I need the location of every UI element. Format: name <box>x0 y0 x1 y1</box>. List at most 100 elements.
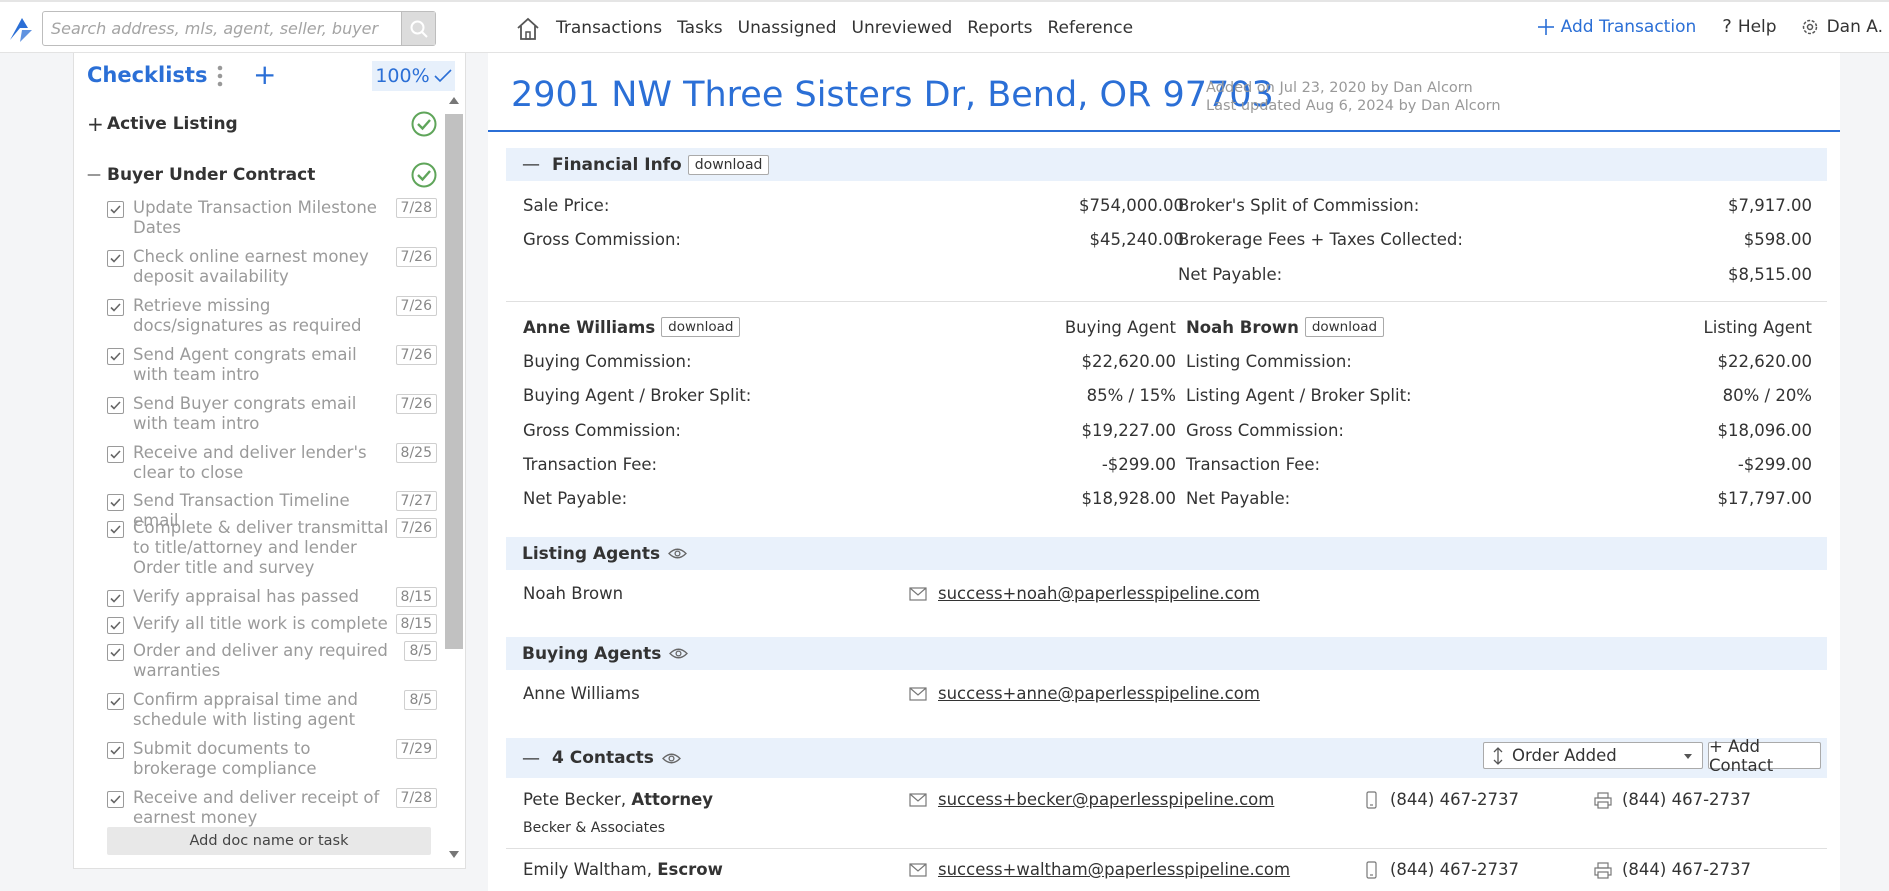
eye-icon[interactable] <box>669 647 689 660</box>
checkmark-icon <box>110 303 121 312</box>
checklist-task[interactable]: Verify appraisal has passed 8/15 <box>107 587 437 607</box>
task-due-date[interactable]: 8/25 <box>395 443 437 463</box>
contact-phone[interactable]: (844) 467-2737 <box>1390 860 1519 879</box>
eye-icon[interactable] <box>662 752 681 765</box>
question-icon: ? <box>1722 16 1732 37</box>
task-checkbox[interactable] <box>107 521 124 538</box>
collapse-icon[interactable]: — <box>522 748 540 769</box>
more-options-icon[interactable] <box>217 65 223 87</box>
checklist-task[interactable]: Retrieve missing docs/signatures as requ… <box>107 296 437 336</box>
scroll-down-arrow[interactable] <box>449 851 459 858</box>
checklist-task[interactable]: Verify all title work is complete 8/15 <box>107 614 437 634</box>
checklist-task[interactable]: Update Transaction Milestone Dates 7/28 <box>107 198 437 238</box>
contact-email[interactable]: success+waltham@paperlesspipeline.com <box>938 860 1290 879</box>
checklist-task[interactable]: Send Buyer congrats email with team intr… <box>107 394 437 434</box>
task-due-date[interactable]: 7/26 <box>395 394 437 414</box>
listing-agent-download-button[interactable]: download <box>1304 317 1385 337</box>
checklist-task[interactable]: Send Agent congrats email with team intr… <box>107 345 437 385</box>
task-due-date[interactable]: 8/5 <box>404 641 437 661</box>
add-contact-button[interactable]: + Add Contact <box>1708 737 1821 775</box>
task-due-date[interactable]: 7/26 <box>395 345 437 365</box>
task-due-date[interactable]: 7/26 <box>395 296 437 316</box>
nav-unreviewed[interactable]: Unreviewed <box>852 18 953 38</box>
checklist-task[interactable]: Complete & deliver transmittal to title/… <box>107 518 437 578</box>
scroll-thumb[interactable] <box>445 114 463 649</box>
collapse-icon[interactable]: — <box>522 154 540 175</box>
nav-reference[interactable]: Reference <box>1047 18 1133 38</box>
task-due-date[interactable]: 7/26 <box>395 247 437 267</box>
home-icon[interactable] <box>515 16 541 42</box>
group-label: Active Listing <box>107 114 238 134</box>
topbar-actions: Add Transaction ? Help Dan A. <box>1537 16 1883 37</box>
task-checkbox[interactable] <box>107 397 124 414</box>
checkmark-icon <box>110 450 121 459</box>
task-checkbox[interactable] <box>107 348 124 365</box>
order-select[interactable]: Order Added <box>1483 742 1703 769</box>
task-checkbox[interactable] <box>107 201 124 218</box>
buying-agent-contact-name[interactable]: Anne Williams <box>523 684 640 703</box>
task-due-date[interactable]: 8/5 <box>404 690 437 710</box>
task-due-date[interactable]: 7/29 <box>395 739 437 759</box>
nav-transactions[interactable]: Transactions <box>556 18 662 38</box>
task-checkbox[interactable] <box>107 446 124 463</box>
task-due-date[interactable]: 8/15 <box>395 587 437 607</box>
checklist-task[interactable]: Submit documents to brokerage compliance… <box>107 739 437 779</box>
checklist-task[interactable]: Check online earnest money deposit avail… <box>107 247 437 287</box>
contact-fax[interactable]: (844) 467-2737 <box>1622 790 1751 809</box>
task-checkbox[interactable] <box>107 494 124 511</box>
buying-row-value: -$299.00 <box>1101 455 1176 474</box>
checklist-group-active-listing[interactable]: + Active Listing <box>87 109 437 139</box>
task-due-date[interactable]: 7/27 <box>395 491 437 511</box>
search-button[interactable] <box>401 12 435 45</box>
contact-name[interactable]: Emily Waltham, Escrow <box>523 860 723 879</box>
checklist-scrollbar[interactable] <box>443 93 465 865</box>
search-input[interactable] <box>43 12 401 45</box>
add-checklist-button[interactable]: + <box>253 61 276 89</box>
buying-row-label: Gross Commission: <box>523 421 681 440</box>
listing-agent-email[interactable]: success+noah@paperlesspipeline.com <box>938 584 1260 603</box>
task-checkbox[interactable] <box>107 644 124 661</box>
listing-row-value: 80% / 20% <box>1722 386 1812 405</box>
nav-unassigned[interactable]: Unassigned <box>738 18 837 38</box>
fax-icon <box>1594 862 1612 879</box>
user-menu[interactable]: Dan A. <box>1801 17 1883 37</box>
checklist-task[interactable]: Confirm appraisal time and schedule with… <box>107 690 437 730</box>
task-checkbox[interactable] <box>107 590 124 607</box>
checklist-task[interactable]: Order and deliver any required warrantie… <box>107 641 437 681</box>
checklist-task[interactable]: Receive and deliver lender's clear to cl… <box>107 443 437 483</box>
task-checkbox[interactable] <box>107 617 124 634</box>
add-doc-button[interactable]: Add doc name or task <box>107 827 431 855</box>
task-checkbox[interactable] <box>107 299 124 316</box>
eye-icon[interactable] <box>668 547 688 560</box>
listing-row-label: Listing Agent / Broker Split: <box>1186 386 1412 405</box>
app-logo-icon[interactable] <box>6 14 36 44</box>
add-transaction-button[interactable]: Add Transaction <box>1537 17 1696 37</box>
help-button[interactable]: ? Help <box>1722 16 1776 37</box>
buying-agent-download-button[interactable]: download <box>661 317 741 337</box>
scroll-up-arrow[interactable] <box>449 97 459 104</box>
task-label: Update Transaction Milestone Dates <box>133 198 377 237</box>
buying-agent-email[interactable]: success+anne@paperlesspipeline.com <box>938 684 1260 703</box>
contact-role: Attorney <box>631 790 714 809</box>
task-label: Send Agent congrats email with team intr… <box>133 345 357 384</box>
checklist-task[interactable]: Receive and deliver receipt of earnest m… <box>107 788 437 828</box>
task-checkbox[interactable] <box>107 742 124 759</box>
contact-name[interactable]: Pete Becker, Attorney <box>523 790 713 809</box>
checklist-group-buyer-under-contract[interactable]: — Buyer Under Contract <box>87 160 437 190</box>
task-due-date[interactable]: 7/28 <box>395 198 437 218</box>
nav-reports[interactable]: Reports <box>967 18 1032 38</box>
contact-phone[interactable]: (844) 467-2737 <box>1390 790 1519 809</box>
task-checkbox[interactable] <box>107 791 124 808</box>
buying-row-label: Transaction Fee: <box>523 455 658 474</box>
task-due-date[interactable]: 7/28 <box>395 788 437 808</box>
buying-row-value: $18,928.00 <box>1081 489 1176 508</box>
task-checkbox[interactable] <box>107 693 124 710</box>
contact-email[interactable]: success+becker@paperlesspipeline.com <box>938 790 1274 809</box>
listing-agent-contact-name[interactable]: Noah Brown <box>523 584 623 603</box>
contact-fax[interactable]: (844) 467-2737 <box>1622 860 1751 879</box>
financial-download-button[interactable]: download <box>687 154 770 175</box>
nav-tasks[interactable]: Tasks <box>677 18 723 38</box>
task-checkbox[interactable] <box>107 250 124 267</box>
task-due-date[interactable]: 8/15 <box>395 614 437 634</box>
task-due-date[interactable]: 7/26 <box>395 518 437 538</box>
